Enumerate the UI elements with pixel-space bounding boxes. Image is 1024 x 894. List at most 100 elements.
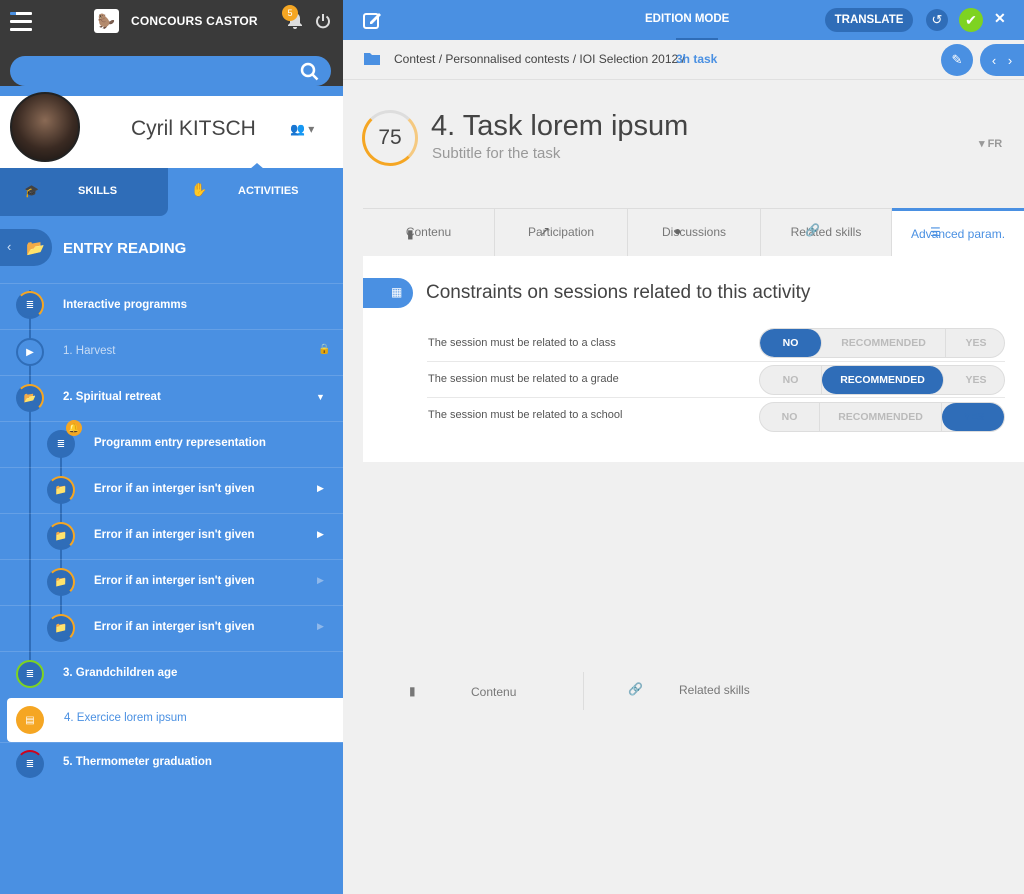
undo-icon[interactable]: ↺ bbox=[926, 9, 948, 31]
option-yes[interactable]: YES bbox=[942, 403, 1004, 431]
book-icon: ▮ bbox=[407, 227, 414, 241]
search-input[interactable] bbox=[10, 56, 331, 86]
edit-icon[interactable] bbox=[362, 10, 382, 30]
document-icon: ▤ bbox=[16, 706, 44, 734]
list-item[interactable] bbox=[0, 375, 343, 421]
breadcrumb-current: 3h task bbox=[676, 52, 718, 66]
panel-title: Constraints on sessions related to this … bbox=[426, 282, 811, 303]
option-no[interactable]: NO bbox=[760, 329, 822, 357]
folder-icon: 📁 bbox=[47, 522, 75, 550]
list-item-label: Error if an interger isn't given bbox=[94, 483, 255, 495]
constraint-toggle[interactable]: NO RECOMMENDED YES bbox=[759, 328, 1005, 358]
list-item-label: 4. Exercice lorem ipsum bbox=[64, 712, 187, 724]
list-item-label: Error if an interger isn't given bbox=[94, 575, 255, 587]
tab-pointer bbox=[250, 163, 264, 169]
constraint-label: The session must be related to a grade bbox=[428, 373, 619, 385]
option-yes[interactable]: YES bbox=[946, 329, 1004, 357]
chevron-down-icon[interactable]: ▼ bbox=[316, 392, 325, 402]
alert-icon: 🔔 bbox=[66, 420, 82, 436]
list-item-label: 1. Harvest bbox=[63, 345, 116, 357]
tab-participation[interactable]: ↗ Participation bbox=[495, 208, 628, 256]
page-subtitle: Subtitle for the task bbox=[432, 145, 561, 162]
nav-arrows[interactable]: ‹ › bbox=[980, 44, 1024, 76]
chevron-left-icon[interactable]: ‹ bbox=[7, 239, 11, 254]
search-icon[interactable] bbox=[300, 62, 320, 82]
chevron-right-icon[interactable]: ▶ bbox=[317, 529, 324, 540]
calendar-badge bbox=[363, 278, 413, 308]
check-icon[interactable]: ✔ bbox=[959, 8, 983, 32]
constraint-label: The session must be related to a school bbox=[428, 409, 623, 421]
list-icon: ≣ bbox=[16, 750, 44, 778]
option-no[interactable]: NO bbox=[760, 403, 820, 431]
calendar-icon: ▦ bbox=[391, 285, 403, 299]
avatar[interactable] bbox=[10, 92, 80, 162]
chevron-right-icon[interactable]: ▶ bbox=[317, 621, 324, 632]
divider bbox=[583, 672, 584, 710]
app-logo: 🦫 bbox=[94, 9, 119, 33]
tab-label: Advanced param. bbox=[910, 226, 1006, 241]
language-select[interactable]: ▾ FR bbox=[979, 137, 1002, 150]
list-item-label: Error if an interger isn't given bbox=[94, 529, 255, 541]
option-yes[interactable]: YES bbox=[946, 366, 1004, 394]
tab-label: Related skills bbox=[790, 225, 862, 239]
bottom-tab-related-skills[interactable]: Related skills bbox=[679, 683, 750, 697]
power-icon[interactable] bbox=[315, 13, 331, 29]
play-icon: ▶ bbox=[16, 338, 44, 366]
folder-open-icon: 📂 bbox=[26, 240, 45, 257]
translate-button[interactable]: TRANSLATE bbox=[825, 8, 913, 32]
section-title: ENTRY READING bbox=[63, 240, 187, 257]
hand-icon: ✋ bbox=[191, 182, 208, 197]
mortarboard-icon: 🎓 bbox=[24, 184, 39, 198]
option-recommended[interactable]: RECOMMENDED bbox=[822, 329, 946, 357]
chevron-left-icon[interactable]: ‹ bbox=[992, 53, 996, 68]
list-icon: ≣ bbox=[16, 660, 44, 688]
folder-icon: 📁 bbox=[47, 476, 75, 504]
option-recommended[interactable]: RECOMMENDED bbox=[820, 403, 942, 431]
chevron-right-icon[interactable]: › bbox=[1008, 53, 1012, 68]
tab-skills-label: SKILLS bbox=[78, 185, 118, 197]
score-ring: 75 bbox=[362, 110, 418, 166]
chat-icon: ● bbox=[674, 224, 682, 238]
close-icon[interactable]: ✕ bbox=[994, 10, 1006, 27]
chart-icon: ↗ bbox=[540, 224, 551, 238]
notification-badge: 5 bbox=[282, 5, 298, 21]
menu-icon[interactable] bbox=[10, 12, 32, 32]
chevron-right-icon[interactable]: ▶ bbox=[317, 483, 324, 494]
folder-icon: 📁 bbox=[47, 614, 75, 642]
tab-activities-label: ACTIVITIES bbox=[238, 185, 299, 197]
constraint-toggle[interactable]: NO RECOMMENDED YES bbox=[759, 402, 1005, 432]
list-icon: ≣ bbox=[16, 291, 44, 319]
folder-icon bbox=[364, 53, 380, 65]
lock-icon: 🔒 bbox=[318, 344, 331, 355]
pencil-icon[interactable]: ✎ bbox=[941, 44, 973, 76]
option-no[interactable]: NO bbox=[760, 366, 822, 394]
page-title: 4. Task lorem ipsum bbox=[431, 110, 689, 142]
list-item-label: 2. Spiritual retreat bbox=[63, 391, 161, 403]
mode-label: EDITION MODE bbox=[645, 13, 730, 25]
constraint-label: The session must be related to a class bbox=[428, 337, 616, 349]
link-icon: 🔗 bbox=[805, 223, 820, 237]
bottom-tab-contenu[interactable]: Contenu bbox=[471, 685, 516, 699]
tab-related-skills[interactable]: 🔗 Related skills bbox=[761, 208, 892, 256]
tab-contenu[interactable]: ▮ Contenu bbox=[363, 208, 495, 256]
sliders-icon: ☰ bbox=[930, 225, 941, 239]
chevron-right-icon[interactable]: ▶ bbox=[317, 575, 324, 586]
tab-advanced-params[interactable]: ☰ Advanced param. bbox=[892, 208, 1024, 256]
option-recommended[interactable]: RECOMMENDED bbox=[822, 366, 944, 394]
constraint-toggle[interactable]: NO RECOMMENDED YES bbox=[759, 365, 1005, 395]
list-item[interactable] bbox=[0, 329, 343, 375]
folder-icon: 📁 bbox=[47, 568, 75, 596]
tab-discussions[interactable]: ● Discussions bbox=[628, 208, 761, 256]
users-icon[interactable]: 👥 ▾ bbox=[290, 122, 314, 136]
list-item-label: Interactive programms bbox=[63, 299, 187, 311]
folder-open-icon: 📂 bbox=[16, 384, 44, 412]
breadcrumb-path[interactable]: Contest / Personnalised contests / IOI S… bbox=[394, 52, 685, 66]
link-icon: 🔗 bbox=[628, 682, 643, 696]
tab-label: Participation bbox=[527, 225, 595, 239]
list-item-label: Programm entry representation bbox=[94, 437, 266, 449]
language-value: FR bbox=[987, 138, 1003, 150]
app-title: CONCOURS CASTOR bbox=[131, 14, 258, 28]
list-item-label: Error if an interger isn't given bbox=[94, 621, 255, 633]
list-item-label: 3. Grandchildren age bbox=[63, 667, 178, 679]
list-item-label: 5. Thermometer graduation bbox=[63, 756, 212, 768]
